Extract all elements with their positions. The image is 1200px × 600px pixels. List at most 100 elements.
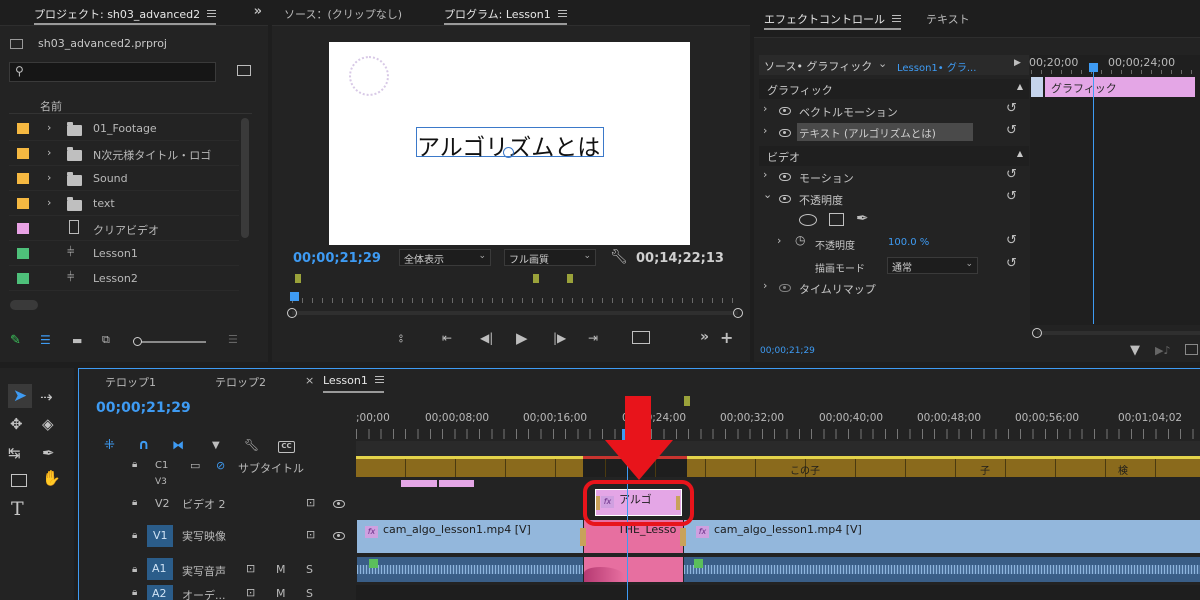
caption-text[interactable]: 検 bbox=[1118, 462, 1128, 477]
timeline-settings-icon[interactable]: 🔧︎ bbox=[244, 438, 259, 452]
ec-clip-in-handle[interactable] bbox=[1031, 77, 1043, 97]
track-id-a2[interactable]: A2 bbox=[147, 585, 173, 600]
ellipse-mask-icon[interactable] bbox=[799, 214, 817, 226]
ec-playhead-head[interactable] bbox=[1089, 63, 1098, 72]
type-tool-icon[interactable]: T bbox=[11, 498, 24, 520]
mark-in-icon[interactable]: ⦂ bbox=[399, 331, 403, 346]
list-item[interactable]: クリアビデオ bbox=[9, 216, 239, 241]
audio-scrub-icon[interactable]: ▶♪ bbox=[1155, 344, 1170, 357]
chevron-right-icon[interactable]: › bbox=[763, 279, 767, 292]
a1-clip[interactable] bbox=[357, 557, 583, 582]
eye-icon[interactable] bbox=[779, 107, 791, 115]
chevron-right-icon[interactable]: › bbox=[763, 102, 767, 115]
effect-row-motion[interactable]: › モーション ↺ bbox=[759, 167, 1029, 187]
play-icon[interactable]: ▶ bbox=[516, 329, 528, 347]
section-video[interactable]: ビデオ ▲ bbox=[759, 146, 1029, 166]
scroll-handle-left[interactable] bbox=[287, 308, 297, 318]
caption-text[interactable]: この子 bbox=[790, 462, 820, 477]
chevron-right-icon[interactable]: › bbox=[47, 196, 51, 209]
effect-row-opacity[interactable]: ⌄ 不透明度 ↺ bbox=[759, 188, 1029, 209]
zoom-select[interactable]: 全体表示 ⌄ bbox=[399, 249, 491, 266]
quality-select[interactable]: フル画質 ⌄ bbox=[504, 249, 596, 266]
export-icon[interactable] bbox=[1185, 344, 1198, 355]
list-view-icon[interactable]: ☰ bbox=[40, 333, 51, 347]
step-forward-icon[interactable]: |▶ bbox=[553, 331, 566, 345]
monitor-playhead[interactable] bbox=[290, 292, 299, 301]
eye-crossed-icon[interactable]: ⊘ bbox=[216, 459, 225, 472]
selection-tool-icon[interactable]: ➤ bbox=[8, 384, 32, 408]
v3-clip[interactable] bbox=[401, 480, 437, 487]
chevron-right-icon[interactable]: › bbox=[47, 171, 51, 184]
monitor-time-ruler[interactable] bbox=[292, 298, 738, 303]
go-to-in-icon[interactable]: ⇤ bbox=[442, 331, 452, 345]
eye-icon[interactable] bbox=[779, 173, 791, 181]
reset-icon[interactable]: ↺ bbox=[1006, 189, 1017, 204]
timeline-timecode[interactable]: 00;00;21;29 bbox=[96, 400, 191, 416]
eye-icon[interactable] bbox=[779, 284, 791, 292]
sync-lock-icon[interactable]: ⊡ bbox=[246, 586, 255, 599]
chevron-right-icon[interactable]: › bbox=[763, 124, 767, 137]
snap-icon[interactable]: ∩ bbox=[138, 437, 149, 453]
list-item[interactable]: ⫩ Lesson1 bbox=[9, 241, 239, 266]
ripple-edit-tool-icon[interactable]: ✥ bbox=[10, 415, 23, 433]
reset-icon[interactable]: ↺ bbox=[1006, 233, 1017, 248]
settings-wrench-icon[interactable]: 🔧︎ bbox=[610, 249, 628, 265]
mute-button[interactable]: M bbox=[276, 563, 286, 576]
sync-lock-icon[interactable]: ⊡ bbox=[246, 562, 255, 575]
timeline-ruler[interactable] bbox=[356, 429, 1200, 439]
sort-icon[interactable]: ☰ bbox=[228, 333, 238, 346]
search-input[interactable]: ⚲ bbox=[9, 62, 216, 82]
tab-sequence[interactable]: テロップ1 bbox=[105, 374, 156, 390]
chevron-right-icon[interactable]: › bbox=[777, 234, 781, 247]
go-to-out-icon[interactable]: ⇥ bbox=[588, 331, 598, 345]
zoom-slider[interactable] bbox=[133, 337, 206, 346]
effect-row-time-remap[interactable]: › タイムリマップ bbox=[759, 278, 1029, 298]
effect-row-blend-mode[interactable]: 描画モード 通常 ⌄ ↺ bbox=[759, 256, 1029, 276]
reset-icon[interactable]: ↺ bbox=[1006, 101, 1017, 116]
razor-tool-icon[interactable]: ◈ bbox=[42, 415, 54, 433]
captions-icon[interactable]: CC bbox=[278, 441, 295, 453]
collapse-icon[interactable]: ▲ bbox=[1017, 82, 1023, 91]
close-tab-icon[interactable]: × bbox=[305, 374, 314, 387]
tab-sequence[interactable]: テロップ2 bbox=[215, 374, 266, 390]
timeline-marker[interactable] bbox=[684, 396, 690, 406]
zoom-slider-handle[interactable] bbox=[133, 337, 142, 346]
solo-button[interactable]: S bbox=[306, 587, 313, 600]
expand-panels-icon[interactable]: » bbox=[254, 4, 262, 19]
blend-mode-select[interactable]: 通常 ⌄ bbox=[887, 257, 978, 274]
tab-project[interactable]: プロジェクト: sh03_advanced2 bbox=[34, 6, 217, 25]
add-button-icon[interactable]: + bbox=[720, 328, 733, 347]
tab-text[interactable]: テキスト bbox=[926, 11, 970, 27]
add-marker-icon[interactable]: ▼ bbox=[212, 440, 220, 451]
chevron-down-icon[interactable]: ⌄ bbox=[878, 57, 887, 70]
chevron-right-icon[interactable]: › bbox=[47, 146, 51, 159]
ec-ruler[interactable] bbox=[1031, 70, 1200, 74]
marker[interactable] bbox=[533, 274, 539, 283]
transition-marker[interactable] bbox=[580, 528, 586, 546]
horizontal-scrollbar[interactable] bbox=[10, 300, 38, 310]
scroll-handle-right[interactable] bbox=[733, 308, 743, 318]
tab-program[interactable]: プログラム: Lesson1 bbox=[444, 6, 567, 25]
lock-icon[interactable]: 🔒︎ bbox=[132, 564, 137, 575]
caption-text[interactable]: 子 bbox=[980, 462, 990, 477]
mute-button[interactable]: M bbox=[276, 587, 286, 600]
eye-icon[interactable] bbox=[779, 195, 791, 203]
new-bin-icon[interactable] bbox=[237, 65, 251, 76]
tab-effect-controls[interactable]: エフェクトコントロール bbox=[764, 11, 901, 30]
eye-icon[interactable] bbox=[779, 129, 791, 137]
ec-scroll-handle[interactable] bbox=[1032, 328, 1042, 338]
program-timecode[interactable]: 00;00;21;29 bbox=[293, 251, 381, 266]
monitor-scrollbar[interactable] bbox=[292, 311, 738, 315]
ec-scrollbar[interactable] bbox=[1037, 331, 1200, 335]
track-id-a1[interactable]: A1 bbox=[147, 558, 173, 580]
snap-nest-icon[interactable]: ⁜ bbox=[104, 438, 115, 453]
step-back-icon[interactable]: ◀| bbox=[480, 331, 493, 345]
effect-row-vector-motion[interactable]: › ベクトルモーション ↺ bbox=[759, 101, 1029, 121]
reset-icon[interactable]: ↺ bbox=[1006, 123, 1017, 138]
icon-view-icon[interactable]: ▬ bbox=[72, 334, 82, 347]
reset-icon[interactable]: ↺ bbox=[1006, 167, 1017, 182]
a1-clip-mid[interactable] bbox=[584, 557, 683, 582]
list-item[interactable]: › Sound bbox=[9, 166, 239, 191]
sync-lock-icon[interactable]: ⊡ bbox=[306, 528, 315, 541]
rectangle-mask-icon[interactable] bbox=[829, 213, 844, 226]
